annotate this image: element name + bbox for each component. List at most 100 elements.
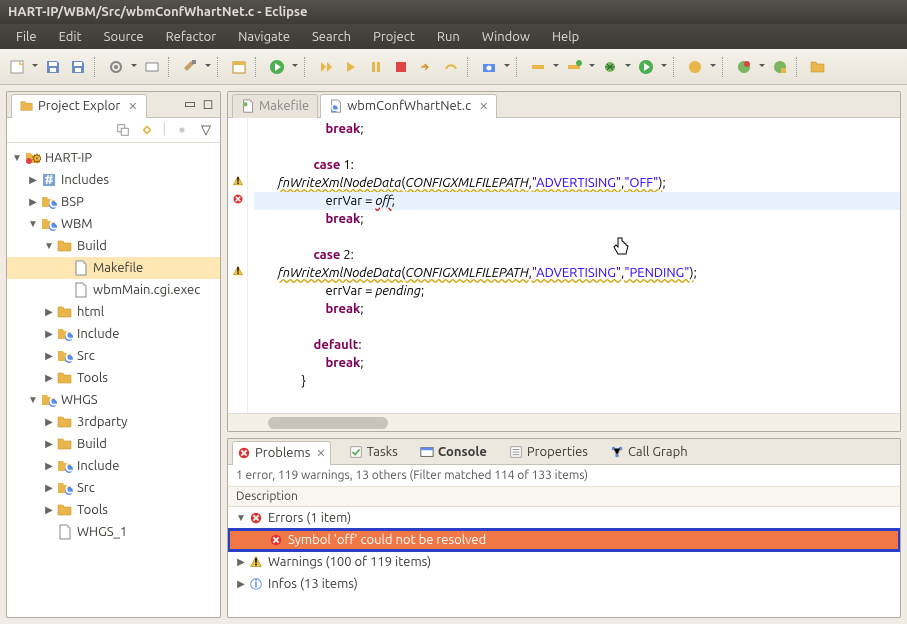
suspend-button[interactable]	[365, 56, 387, 78]
profile-dropdown[interactable]	[588, 56, 596, 78]
close-icon[interactable]: ✕	[479, 100, 488, 113]
expand-twisty[interactable]: ▶	[43, 482, 55, 494]
calendar-button[interactable]	[228, 56, 250, 78]
project-explorer-tab[interactable]: Project Explor ✕	[11, 94, 147, 118]
maximize-icon[interactable]: ◻	[200, 97, 216, 113]
menu-window[interactable]: Window	[472, 27, 540, 47]
expand-twisty[interactable]: ▶	[43, 350, 55, 362]
expand-twisty[interactable]: ▶	[234, 556, 248, 568]
close-icon[interactable]: ✕	[316, 447, 325, 460]
tab-console[interactable]: Console	[416, 443, 491, 461]
tree-node[interactable]: ▼WBM	[7, 213, 220, 235]
menu-search[interactable]: Search	[302, 27, 361, 47]
step-button[interactable]	[415, 56, 437, 78]
globe-dropdown[interactable]	[758, 56, 766, 78]
config-button[interactable]	[105, 56, 127, 78]
minimize-icon[interactable]: ▭	[182, 97, 198, 113]
tab-tasks[interactable]: Tasks	[345, 443, 402, 461]
ext-dropdown[interactable]	[709, 56, 717, 78]
new-dropdown[interactable]	[31, 56, 39, 78]
link-editor-icon[interactable]	[139, 122, 155, 138]
camera-button[interactable]	[478, 56, 500, 78]
tab-problems[interactable]: Problems ✕	[232, 441, 331, 465]
collapse-all-icon[interactable]	[115, 122, 131, 138]
skip-button[interactable]	[315, 56, 337, 78]
profile-button[interactable]	[563, 56, 585, 78]
tree-node[interactable]: ▶Include	[7, 455, 220, 477]
problems-list[interactable]: ▼Errors (1 item)Symbol 'off' could not b…	[228, 507, 900, 617]
expand-twisty[interactable]: ▶	[43, 306, 55, 318]
tree-node[interactable]: ▶html	[7, 301, 220, 323]
tree-node[interactable]: ▶Src	[7, 477, 220, 499]
save-all-button[interactable]	[67, 56, 89, 78]
run-button[interactable]	[266, 56, 288, 78]
expand-twisty[interactable]: ▼	[11, 152, 23, 164]
tree-node[interactable]: WHGS_1	[7, 521, 220, 543]
run-dropdown[interactable]	[291, 56, 299, 78]
tab-wbmconfwhartnet[interactable]: wbmConfWhartNet.c ✕	[320, 94, 497, 118]
editor-ruler[interactable]	[228, 118, 248, 413]
menu-refactor[interactable]: Refactor	[156, 27, 227, 47]
target-button[interactable]	[141, 56, 163, 78]
tree-node[interactable]: ▶3rdparty	[7, 411, 220, 433]
tree-node[interactable]: ▶Include	[7, 323, 220, 345]
problem-row[interactable]: ▼Errors (1 item)	[228, 507, 900, 529]
expand-twisty[interactable]: ▼	[27, 218, 39, 230]
warning-marker[interactable]	[228, 172, 247, 190]
tab-call-graph[interactable]: Call Graph	[606, 443, 692, 461]
expand-twisty[interactable]: ▶	[43, 460, 55, 472]
expand-twisty[interactable]: ▶	[43, 328, 55, 340]
menu-project[interactable]: Project	[363, 27, 425, 47]
build-dropdown[interactable]	[204, 56, 212, 78]
debug-button[interactable]	[599, 56, 621, 78]
error-marker[interactable]	[228, 190, 247, 208]
problem-row[interactable]: ▶Warnings (100 of 119 items)	[228, 551, 900, 573]
tab-properties[interactable]: Properties	[505, 443, 592, 461]
tab-makefile[interactable]: Makefile	[232, 94, 318, 118]
globe2-button[interactable]	[769, 56, 791, 78]
problem-row[interactable]: Symbol 'off' could not be resolved	[228, 529, 900, 551]
expand-twisty[interactable]: ▶	[234, 578, 248, 590]
globe-button[interactable]	[733, 56, 755, 78]
run2-dropdown[interactable]	[660, 56, 668, 78]
problems-column-header[interactable]: Description	[228, 487, 900, 507]
expand-twisty[interactable]: ▼	[234, 512, 248, 524]
camera-dropdown[interactable]	[503, 56, 511, 78]
tree-node[interactable]: ▶Src	[7, 345, 220, 367]
new-button[interactable]	[6, 56, 28, 78]
menu-run[interactable]: Run	[427, 27, 470, 47]
expand-twisty[interactable]: ▶	[43, 504, 55, 516]
menu-edit[interactable]: Edit	[49, 27, 92, 47]
tree-node[interactable]: ▶Tools	[7, 367, 220, 389]
close-icon[interactable]: ✕	[128, 100, 137, 113]
tree-node[interactable]: ▶Includes	[7, 169, 220, 191]
connect-dropdown[interactable]	[552, 56, 560, 78]
menu-file[interactable]: File	[6, 27, 47, 47]
folder-button[interactable]	[807, 56, 829, 78]
focus-icon[interactable]	[174, 122, 190, 138]
expand-twisty[interactable]: ▶	[27, 196, 39, 208]
menu-source[interactable]: Source	[94, 27, 154, 47]
editor-horizontal-scrollbar[interactable]	[228, 413, 900, 431]
connect-button[interactable]	[527, 56, 549, 78]
expand-twisty[interactable]: ▶	[43, 372, 55, 384]
step-over-button[interactable]	[440, 56, 462, 78]
tree-node[interactable]: ▶Build	[7, 433, 220, 455]
tree-node[interactable]: ▼HART-IP	[7, 147, 220, 169]
debug-dropdown[interactable]	[624, 56, 632, 78]
terminate-button[interactable]	[390, 56, 412, 78]
tree-node[interactable]: ▼Build	[7, 235, 220, 257]
tree-node[interactable]: Makefile	[7, 257, 220, 279]
build-button[interactable]	[179, 56, 201, 78]
tree-node[interactable]: wbmMain.cgi.exec	[7, 279, 220, 301]
ext-button[interactable]	[684, 56, 706, 78]
warning-marker[interactable]	[228, 262, 247, 280]
menu-navigate[interactable]: Navigate	[228, 27, 300, 47]
resume-button[interactable]	[340, 56, 362, 78]
tree-node[interactable]: ▶BSP	[7, 191, 220, 213]
expand-twisty[interactable]: ▼	[27, 394, 39, 406]
tree-node[interactable]: ▶Tools	[7, 499, 220, 521]
project-tree[interactable]: ▼HART-IP▶Includes▶BSP▼WBM▼BuildMakefilew…	[7, 143, 220, 617]
view-menu-icon[interactable]: ▽	[198, 122, 214, 138]
expand-twisty[interactable]: ▶	[27, 174, 39, 186]
